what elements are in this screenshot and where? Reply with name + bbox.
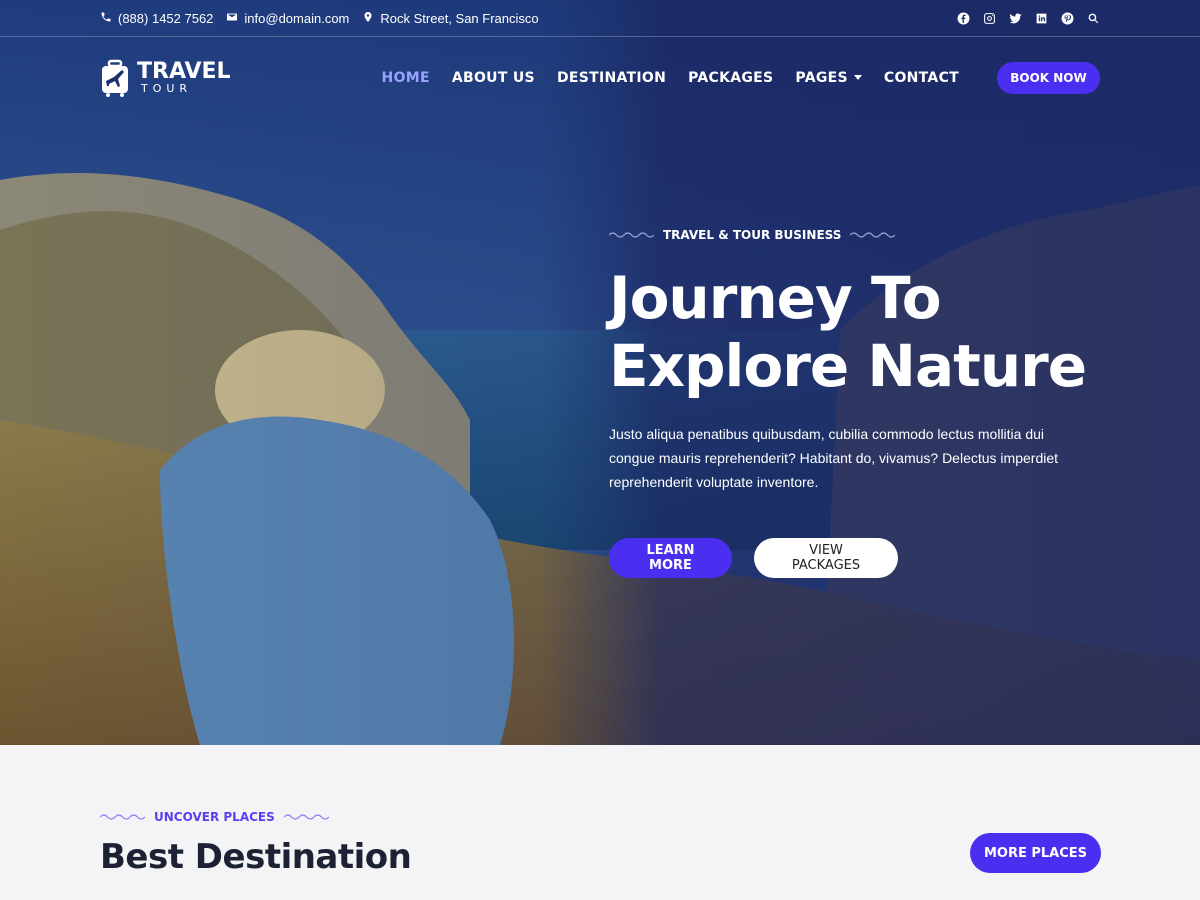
view-packages-button[interactable]: VIEW PACKAGES [754,538,898,578]
instagram-icon[interactable] [983,12,996,25]
hero-content: TRAVEL & TOUR BUSINESS Journey To Explor… [609,228,1109,578]
wave-decoration-icon [100,814,145,820]
nav-item-label: ABOUT US [451,69,535,86]
nav-item-about-us[interactable]: ABOUT US [452,70,535,86]
hero-actions: LEARN MORE VIEW PACKAGES [609,538,1109,578]
nav-item-contact[interactable]: CONTACT [884,70,959,86]
nav-menu: HOME ABOUT US DESTINATION PACKAGES PAGES… [382,70,959,86]
learn-more-button[interactable]: LEARN MORE [609,538,732,578]
more-places-button[interactable]: MORE PLACES [970,833,1101,873]
main-navigation: TRAVEL TOUR HOME ABOUT US DESTINATION PA… [100,55,1100,100]
hero-headline: Journey To Explore Nature [609,264,1109,400]
twitter-icon[interactable] [1009,12,1022,25]
nav-item-label: PAGES [795,69,848,86]
nav-item-label: DESTINATION [556,69,667,86]
top-bar: (888) 1452 7562 info@domain.com Rock Str… [0,0,1200,37]
suitcase-plane-logo-icon [102,59,128,97]
nav-item-destination[interactable]: DESTINATION [557,70,666,86]
hero-headline-line: Journey To [609,264,942,332]
section-kicker-text: UNCOVER PLACES [154,810,275,824]
nav-item-packages[interactable]: PACKAGES [688,70,773,86]
phone-number: (888) 1452 7562 [118,10,214,26]
site-logo[interactable]: TRAVEL TOUR [100,59,231,97]
hero-kicker-text: TRAVEL & TOUR BUSINESS [663,228,842,242]
pinterest-icon[interactable] [1061,12,1074,25]
nav-item-label: PACKAGES [688,69,774,86]
wave-decoration-icon [850,232,896,238]
address-text: Rock Street, San Francisco [380,10,539,26]
wave-decoration-icon [283,814,329,820]
chevron-down-icon [853,75,862,80]
hero-kicker: TRAVEL & TOUR BUSINESS [609,228,1109,242]
phone-info[interactable]: (888) 1452 7562 [100,11,213,26]
hero-headline-line: Explore Nature [609,332,1087,400]
envelope-icon [226,11,238,26]
nav-item-label: CONTACT [883,69,959,86]
hero-section: (888) 1452 7562 info@domain.com Rock Str… [0,0,1200,745]
book-now-button[interactable]: BOOK NOW [997,61,1100,94]
destinations-section: UNCOVER PLACES Best Destination MORE PLA… [0,745,1200,900]
email-address: info@domain.com [244,10,350,26]
social-links [957,12,1100,25]
search-icon[interactable] [1087,12,1100,25]
logo-title: TRAVEL [137,59,231,84]
facebook-icon[interactable] [957,12,970,25]
logo-subtitle: TOUR [141,82,193,95]
section-title: Best Destination [100,837,412,877]
phone-icon [100,11,112,26]
email-info[interactable]: info@domain.com [226,11,349,26]
section-kicker: UNCOVER PLACES [100,810,329,824]
nav-item-label: HOME [381,69,430,86]
map-pin-icon [362,11,374,26]
contact-info: (888) 1452 7562 info@domain.com Rock Str… [100,11,539,26]
nav-item-home[interactable]: HOME [382,70,430,86]
wave-decoration-icon [609,232,654,238]
address-info: Rock Street, San Francisco [362,10,539,26]
hero-description: Justo aliqua penatibus quibusdam, cubili… [609,426,1059,490]
linkedin-icon[interactable] [1035,12,1048,25]
logo-text: TRAVEL TOUR [137,59,231,95]
nav-item-pages[interactable]: PAGES [795,69,862,86]
